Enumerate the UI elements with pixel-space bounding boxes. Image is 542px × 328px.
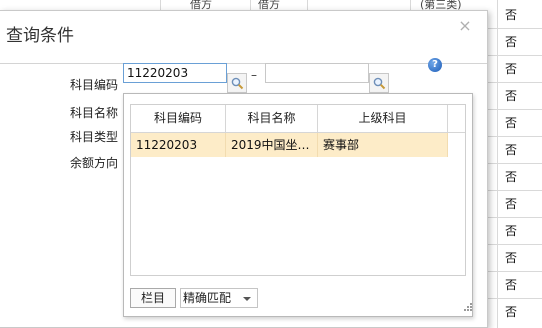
subject-name-label: 科目名称: [70, 106, 119, 120]
lookup-to-button[interactable]: [369, 73, 389, 93]
bg-cell[interactable]: 否: [497, 137, 542, 164]
lookup-table: 科目编码 科目名称 上级科目 11220203 2019中国坐… 赛事部: [130, 104, 466, 276]
subject-lookup-popup: 科目编码 科目名称 上级科目 11220203 2019中国坐… 赛事部 栏目 …: [123, 93, 473, 317]
balance-direction-label: 余额方向: [70, 156, 119, 170]
resize-grip-icon[interactable]: [464, 303, 472, 311]
bg-cell[interactable]: 否: [497, 56, 542, 83]
row-code: 11220203: [131, 133, 226, 157]
subject-type-label: 科目类型: [70, 130, 119, 144]
lookup-from-button[interactable]: [227, 73, 247, 93]
bg-cell[interactable]: 否: [497, 83, 542, 110]
table-header: 科目编码 科目名称 上级科目: [131, 105, 465, 133]
bg-cell[interactable]: 否: [497, 218, 542, 245]
bg-cell[interactable]: 否: [497, 272, 542, 299]
column-header-parent[interactable]: 上级科目: [318, 105, 448, 132]
subject-code-to-field[interactable]: [265, 63, 372, 84]
title-divider: [0, 63, 487, 64]
row-name: 2019中国坐…: [226, 133, 318, 157]
close-icon[interactable]: ×: [456, 17, 474, 35]
dialog-title: 查询条件: [6, 26, 74, 46]
bg-cell[interactable]: 否: [497, 164, 542, 191]
magnifier-icon: [373, 77, 386, 90]
help-icon[interactable]: ?: [428, 58, 442, 72]
table-row[interactable]: 11220203 2019中国坐… 赛事部: [131, 133, 448, 157]
subject-code-to-input[interactable]: [266, 64, 372, 84]
range-dash: –: [251, 68, 257, 82]
match-mode-select[interactable]: 精确匹配: [180, 288, 258, 308]
subject-code-from-field[interactable]: [123, 63, 227, 83]
bg-cell[interactable]: 否: [497, 110, 542, 137]
bg-flag-column: 否 否 否 否 否 否 否 否 否 否 否 否: [497, 0, 542, 328]
match-mode-value: 精确匹配: [183, 291, 232, 305]
bg-cell[interactable]: 否: [497, 2, 542, 29]
column-header-name[interactable]: 科目名称: [226, 105, 318, 132]
column-header-code[interactable]: 科目编码: [131, 105, 226, 132]
magnifier-icon: [231, 77, 244, 90]
row-parent: 赛事部: [318, 133, 448, 157]
chevron-down-icon: [243, 297, 251, 301]
subject-code-from-input[interactable]: [124, 64, 226, 82]
bg-cell[interactable]: 否: [497, 191, 542, 218]
bg-cell[interactable]: 否: [497, 245, 542, 272]
bg-cell[interactable]: 否: [497, 299, 542, 326]
columns-button[interactable]: 栏目: [130, 288, 176, 308]
bg-cell[interactable]: 否: [497, 29, 542, 56]
subject-code-label: 科目编码: [70, 78, 119, 92]
